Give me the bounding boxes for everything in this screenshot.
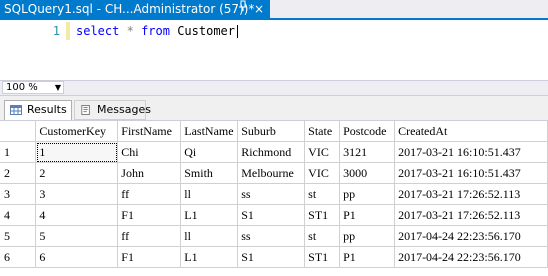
grid-cell[interactable]: ss [237,225,306,247]
operator-star: * [126,24,134,38]
grid-cell[interactable]: ST1 [304,204,341,226]
row-number[interactable]: 4 [0,204,37,226]
grid-cell[interactable]: P1 [339,246,396,268]
table-identifier: Customer [177,24,235,38]
keyword-from: from [141,24,170,38]
grid-header-row: CustomerKey FirstName LastName Suburb St… [0,121,548,142]
grid-cell[interactable]: 2 [35,162,119,184]
grid-cell[interactable]: 2017-03-21 16:10:51.437 [394,162,548,184]
grid-cell[interactable]: ll [180,225,239,247]
table-row[interactable]: 5 5 ff ll ss st pp 2017-04-24 22:23:56.1… [0,225,548,247]
chevron-down-icon: ▼ [54,83,61,92]
change-indicator [66,22,70,40]
grid-cell[interactable]: 3121 [339,141,396,163]
table-row[interactable]: 2 2 John Smith Melbourne VIC 3000 2017-0… [0,162,548,184]
grid-cell[interactable]: VIC [304,162,341,184]
column-header[interactable]: Suburb [237,121,306,142]
table-row[interactable]: 3 3 ff ll ss st pp 2017-03-21 17:26:52.1… [0,183,548,205]
tab-results[interactable]: Results [4,100,72,120]
grid-cell[interactable]: 2017-04-24 22:23:56.170 [394,246,548,268]
column-header[interactable]: CreatedAt [394,121,548,142]
grid-cell[interactable]: ll [180,183,239,205]
table-row[interactable]: 6 6 F1 L1 S1 ST1 P1 2017-04-24 22:23:56.… [0,246,548,268]
grid-cell[interactable]: VIC [304,141,341,163]
grid-cell[interactable]: 2017-03-21 17:26:52.113 [394,183,548,205]
grid-cell[interactable]: 3 [35,183,119,205]
line-number: 1 [52,24,60,38]
grid-cell[interactable]: ff [117,225,182,247]
grid-cell[interactable]: Richmond [237,141,306,163]
table-row[interactable]: 4 4 F1 L1 S1 ST1 P1 2017-03-21 17:26:52.… [0,204,548,226]
row-number[interactable]: 5 [0,225,37,247]
column-header[interactable]: FirstName [117,121,182,142]
results-tab-bar: Results Messages [0,96,548,121]
grid-cell[interactable]: L1 [180,246,239,268]
zoom-value: 100 % [6,82,38,93]
tab-messages[interactable]: Messages [74,100,151,120]
grid-cell[interactable]: L1 [180,204,239,226]
column-header[interactable]: State [304,121,341,142]
tab-results-label: Results [27,103,67,116]
row-number[interactable]: 1 [0,141,37,163]
query-editor[interactable]: 1 select * from Customer [0,20,548,80]
document-tab-title: SQLQuery1.sql - CH...Administrator (57))… [4,2,255,16]
column-header[interactable]: LastName [180,121,239,142]
zoom-select[interactable]: 100 % ▼ [2,81,64,94]
tab-messages-label: Messages [97,103,151,116]
grid-cell[interactable]: Qi [180,141,239,163]
grid-cell[interactable]: F1 [117,246,182,268]
grid-icon [10,105,22,115]
grid-cell[interactable]: 4 [35,204,119,226]
grid-cell[interactable]: Chi [117,141,182,163]
pin-icon[interactable] [236,0,250,19]
column-header[interactable]: Postcode [339,121,396,142]
text-caret [237,25,238,38]
grid-cell[interactable]: st [304,183,341,205]
grid-cell[interactable]: S1 [237,204,306,226]
document-tab-strip: SQLQuery1.sql - CH...Administrator (57))… [0,0,548,20]
grid-cell[interactable]: ST1 [304,246,341,268]
grid-cell[interactable]: 6 [35,246,119,268]
row-number[interactable]: 6 [0,246,37,268]
grid-cell[interactable]: 2017-03-21 17:26:52.113 [394,204,548,226]
grid-cell[interactable]: 5 [35,225,119,247]
grid-cell[interactable]: pp [339,183,396,205]
row-number[interactable]: 3 [0,183,37,205]
row-number[interactable]: 2 [0,162,37,184]
grid-cell[interactable]: 2017-04-24 22:23:56.170 [394,225,548,247]
grid-cell[interactable]: S1 [237,246,306,268]
results-grid[interactable]: CustomerKey FirstName LastName Suburb St… [0,121,548,276]
zoom-bar: 100 % ▼ [0,80,548,96]
grid-cell[interactable]: Melbourne [237,162,306,184]
grid-cell[interactable]: ss [237,183,306,205]
document-tab[interactable]: SQLQuery1.sql - CH...Administrator (57))… [0,0,270,18]
grid-cell[interactable]: 1 [35,141,119,163]
close-tab-button[interactable]: × [252,0,266,18]
messages-icon [81,105,90,115]
column-header[interactable]: CustomerKey [35,121,119,142]
grid-cell[interactable]: st [304,225,341,247]
grid-cell[interactable]: pp [339,225,396,247]
row-number-header[interactable] [0,121,37,142]
table-row[interactable]: 1 1 Chi Qi Richmond VIC 3121 2017-03-21 … [0,141,548,163]
code-line[interactable]: select * from Customer [76,24,238,38]
grid-cell[interactable]: 2017-03-21 16:10:51.437 [394,141,548,163]
grid-cell[interactable]: 3000 [339,162,396,184]
grid-cell[interactable]: P1 [339,204,396,226]
grid-cell[interactable]: F1 [117,204,182,226]
grid-cell[interactable]: ff [117,183,182,205]
grid-cell[interactable]: Smith [180,162,239,184]
keyword-select: select [76,24,120,38]
grid-cell[interactable]: John [117,162,182,184]
